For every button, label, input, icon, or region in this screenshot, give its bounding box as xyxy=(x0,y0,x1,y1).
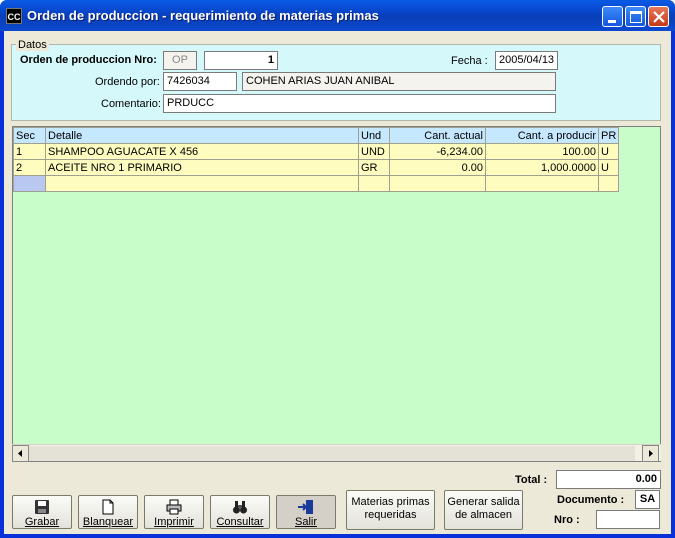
cell-sec[interactable]: 1 xyxy=(13,143,46,160)
documento-label: Documento : xyxy=(557,494,625,506)
imprimir-button[interactable]: Imprimir xyxy=(144,495,204,529)
form-client-area: Datos Orden de produccion Nro: OP 1 Fech… xyxy=(4,31,671,534)
cell-detalle[interactable]: SHAMPOO AGUACATE X 456 xyxy=(45,143,359,160)
cell-und[interactable]: GR xyxy=(358,159,390,176)
close-icon xyxy=(653,11,665,23)
col-header-detalle[interactable]: Detalle xyxy=(45,127,359,144)
binoculars-icon xyxy=(233,501,247,514)
cell-und[interactable] xyxy=(358,175,390,192)
col-header-cant-producir[interactable]: Cant. a producir xyxy=(485,127,599,144)
cell-detalle[interactable]: ACEITE NRO 1 PRIMARIO xyxy=(45,159,359,176)
ordenado-label: Ordendo por: xyxy=(95,76,160,88)
consultar-button[interactable]: Consultar xyxy=(210,495,270,529)
materias-primas-button[interactable]: Materias primas requeridas xyxy=(346,490,435,530)
imprimir-label: Imprimir xyxy=(154,516,194,528)
cell-und[interactable]: UND xyxy=(358,143,390,160)
save-icon xyxy=(35,500,49,514)
new-document-icon xyxy=(102,499,114,515)
table-row-new[interactable] xyxy=(13,175,620,192)
horizontal-scrollbar[interactable] xyxy=(12,444,661,462)
materials-grid[interactable]: Sec Detalle Und Cant. actual Cant. a pro… xyxy=(12,126,661,462)
col-header-pr[interactable]: PR xyxy=(597,127,620,144)
scroll-right-button[interactable] xyxy=(642,445,659,462)
cell-pr[interactable]: U xyxy=(597,159,620,176)
materias-primas-label: Materias primas requeridas xyxy=(351,496,430,521)
blanquear-button[interactable]: Blanquear xyxy=(78,495,138,529)
comentario-field[interactable]: PRDUCC xyxy=(163,94,556,113)
consultar-label: Consultar xyxy=(216,516,264,528)
documento-field[interactable]: SA xyxy=(635,490,660,509)
grabar-button[interactable]: Grabar xyxy=(12,495,72,529)
cell-sec[interactable] xyxy=(13,175,46,192)
maximize-button[interactable] xyxy=(625,6,646,27)
minimize-button[interactable] xyxy=(602,6,623,27)
minimize-icon xyxy=(608,20,616,23)
cell-detalle[interactable] xyxy=(45,175,359,192)
cell-pr[interactable] xyxy=(597,175,620,192)
fecha-label: Fecha : xyxy=(451,55,488,67)
orden-number-field[interactable]: 1 xyxy=(204,51,278,70)
cell-cant-actual[interactable]: 0.00 xyxy=(389,159,486,176)
title-bar[interactable]: CC Orden de produccion - requerimiento d… xyxy=(0,0,675,31)
nro-label: Nro : xyxy=(554,514,580,526)
orden-prefix-field: OP xyxy=(163,51,197,70)
total-label: Total : xyxy=(515,474,548,486)
close-button[interactable] xyxy=(648,6,669,27)
datos-legend: Datos xyxy=(16,39,49,51)
app-icon: CC xyxy=(6,8,22,24)
cell-pr[interactable]: U xyxy=(597,143,620,160)
table-header-row: Sec Detalle Und Cant. actual Cant. a pro… xyxy=(13,127,620,144)
cell-cant-actual[interactable]: -6,234.00 xyxy=(389,143,486,160)
ordenado-id-field[interactable]: 7426034 xyxy=(163,72,237,91)
scroll-thumb[interactable] xyxy=(29,446,635,461)
arrow-right-icon xyxy=(649,450,653,457)
col-header-und[interactable]: Und xyxy=(358,127,390,144)
salir-button[interactable]: Salir xyxy=(276,495,336,529)
table-row[interactable]: 2 ACEITE NRO 1 PRIMARIO GR 0.00 1,000.00… xyxy=(13,159,620,176)
grabar-label: Grabar xyxy=(24,516,60,528)
arrow-left-icon xyxy=(18,450,22,457)
app-window: CC Orden de produccion - requerimiento d… xyxy=(0,0,675,538)
cell-cant-actual[interactable] xyxy=(389,175,486,192)
nro-field[interactable] xyxy=(596,510,660,529)
cell-sec[interactable]: 2 xyxy=(13,159,46,176)
scroll-left-button[interactable] xyxy=(12,445,29,462)
salir-label: Salir xyxy=(294,516,317,528)
orden-label: Orden de produccion Nro: xyxy=(20,54,157,66)
col-header-sec[interactable]: Sec xyxy=(13,127,46,144)
table-row[interactable]: 1 SHAMPOO AGUACATE X 456 UND -6,234.00 1… xyxy=(13,143,620,160)
cell-cant-producir[interactable]: 1,000.0000 xyxy=(485,159,599,176)
comentario-label: Comentario: xyxy=(101,98,161,110)
exit-door-icon xyxy=(298,500,313,514)
col-header-cant-actual[interactable]: Cant. actual xyxy=(389,127,486,144)
generar-salida-label: Generar salida de almacen xyxy=(447,496,520,521)
cell-cant-producir[interactable] xyxy=(485,175,599,192)
generar-salida-button[interactable]: Generar salida de almacen xyxy=(444,490,523,530)
printer-icon xyxy=(166,499,182,515)
ordenado-nombre-field: COHEN ARIAS JUAN ANIBAL xyxy=(242,72,556,91)
cell-cant-producir[interactable]: 100.00 xyxy=(485,143,599,160)
maximize-icon xyxy=(630,11,642,23)
blanquear-label: Blanquear xyxy=(82,516,134,528)
fecha-field[interactable]: 2005/04/13 xyxy=(495,51,558,70)
window-title: Orden de produccion - requerimiento de m… xyxy=(27,8,379,23)
total-field: 0.00 xyxy=(556,470,661,489)
materials-table: Sec Detalle Und Cant. actual Cant. a pro… xyxy=(13,127,620,192)
